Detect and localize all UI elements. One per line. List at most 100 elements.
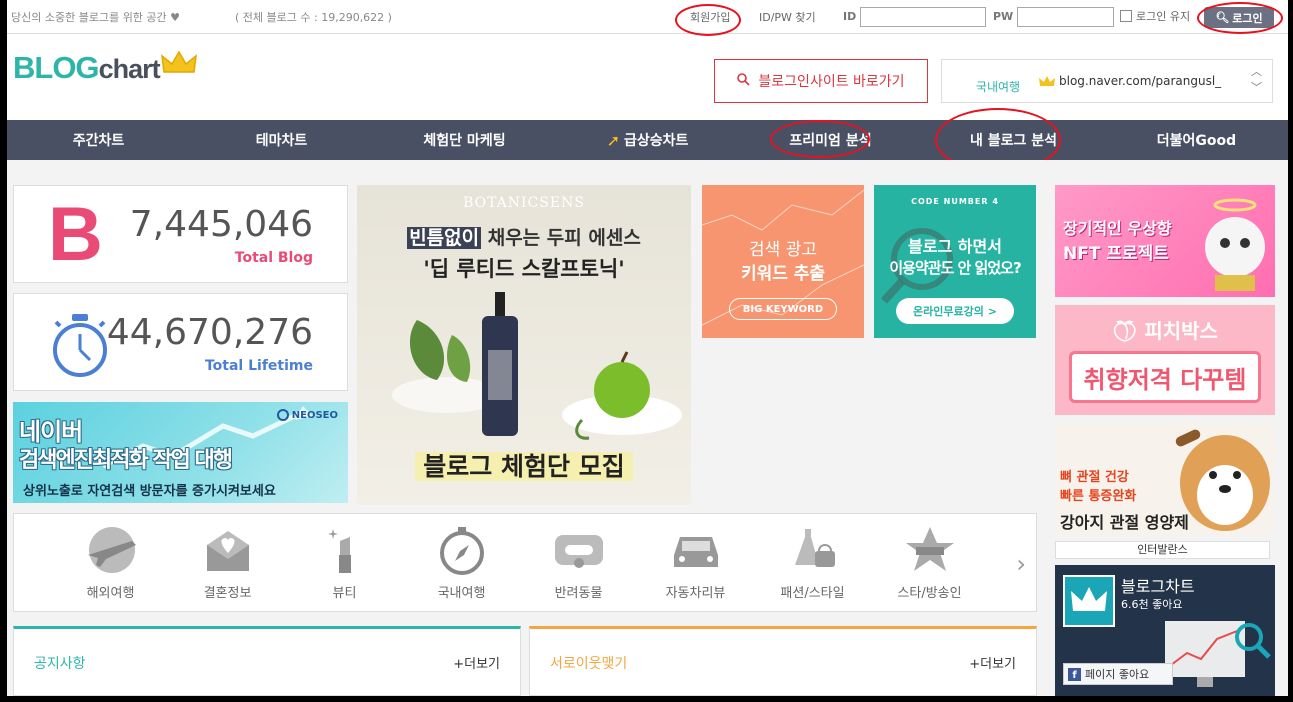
crown-icon (161, 50, 197, 73)
lipstick-icon (315, 524, 375, 576)
notice-title[interactable]: 공지사항 (34, 653, 86, 673)
category-label: 국내여행 (437, 586, 486, 601)
id-input[interactable] (860, 7, 986, 27)
keep-login-toggle[interactable]: 로그인 유지 (1120, 8, 1190, 24)
nft-banner[interactable]: 장기적인 우상향 NFT 프로젝트 (1055, 185, 1275, 297)
ticker-url: blog.naver.com/parangusl_ (1059, 74, 1222, 88)
total-blog-card: B 7,445,046 Total Blog (13, 185, 348, 283)
nav-theme-chart[interactable]: 테마차트 (190, 120, 373, 160)
category-fashion[interactable]: 패션/스타일 (754, 514, 871, 611)
neighbor-more-link[interactable]: +더보기 (969, 653, 1016, 672)
category-domestic-travel[interactable]: 국내여행 (403, 514, 520, 611)
ticker-arrows[interactable]: ︿ ﹀ (1251, 64, 1262, 96)
neoseo-brand: NEOSEO (276, 409, 338, 421)
free-lecture-button[interactable]: 온라인무료강의 > (896, 298, 1014, 324)
envelope-heart-icon (198, 524, 258, 576)
botan-cta: 블로그 체험단 모집 (357, 447, 691, 483)
slogan-text: 당신의 소중한 블로그를 위한 공간 ♥ (11, 11, 181, 24)
fb-likes-count: 6.6천 좋아요 (1121, 598, 1183, 611)
neighbor-title[interactable]: 서로이웃맺기 (550, 653, 627, 673)
pw-input[interactable] (1017, 7, 1114, 27)
category-pets[interactable]: 반려동물 (520, 514, 637, 611)
page: 당신의 소중한 블로그를 위한 공간 ♥ ( 전체 블로그 수 : 19,290… (7, 0, 1288, 696)
keep-login-checkbox[interactable] (1120, 10, 1132, 22)
botan-cta-text: 블로그 체험단 모집 (415, 452, 633, 481)
nav-label: 내 블로그 분석 (969, 133, 1058, 149)
category-car-review[interactable]: 자동차리뷰 (637, 514, 754, 611)
notice-board: 공지사항 +더보기 (13, 626, 521, 696)
botan-headline-rest: 채우는 두피 에센스 (481, 227, 641, 249)
blogchart-page-avatar[interactable] (1063, 575, 1115, 627)
nav-rising-chart[interactable]: ➚ 급상승차트 (556, 120, 739, 160)
logo-blog-text: BLOG (13, 50, 100, 85)
rank-ticker[interactable]: 국내여행 blog.naver.com/parangusl_ ︿ ﹀ (941, 59, 1273, 103)
nav-label: 더불어Good (1156, 133, 1237, 149)
logo-chart-text: chart (98, 54, 161, 84)
cn4-line1: 블로그 하면서 (908, 237, 1002, 256)
blog-b-icon: B (48, 192, 103, 277)
notice-more-link[interactable]: +더보기 (453, 653, 500, 672)
nav-label: 체험단 마케팅 (423, 133, 506, 149)
botan-brand: BOTANICSENS (463, 195, 585, 211)
neoseo-line2: 검색엔진최적화 작업 대행 (19, 448, 233, 473)
blog-insight-button[interactable]: 블로그인사이트 바로가기 (714, 59, 928, 103)
ticker-entry[interactable]: blog.naver.com/parangusl_ (1039, 74, 1221, 88)
botanicsens-banner[interactable]: BOTANICSENS 빈틈없이 채우는 두피 에센스 '딥 루티드 스칼프토닉… (357, 185, 691, 505)
chevron-right-icon[interactable]: › (1016, 550, 1026, 578)
product-photo (392, 292, 682, 440)
rising-arrow-icon: ➚ (606, 130, 620, 150)
join-link[interactable]: 회원가입 (690, 9, 730, 25)
facebook-widget[interactable]: 블로그차트 6.6천 좋아요 f 페이지 좋아요 (1055, 565, 1275, 696)
category-star[interactable]: 스타/방송인 (871, 514, 988, 611)
nav-together-good[interactable]: 더불어Good (1105, 120, 1288, 160)
neoseo-line3: 상위노출로 자연검색 방문자를 증가시켜보세요 (23, 484, 276, 499)
compass-icon (432, 524, 492, 576)
total-lifetime-card: 44,670,276 Total Lifetime (13, 293, 348, 391)
dog-line1: 뼈 관절 건강 (1060, 470, 1129, 485)
category-label: 스타/방송인 (897, 586, 962, 601)
neoseo-banner[interactable]: NEOSEO 네이버 검색엔진최적화 작업 대행 상위노출로 자연검색 방문자를… (13, 402, 348, 503)
category-label: 해외여행 (86, 586, 135, 601)
key-icon: 🔍︎ (1215, 11, 1230, 24)
fb-like-label: 페이지 좋아요 (1085, 668, 1150, 681)
total-lifetime-label: Total Lifetime (204, 358, 313, 374)
airplane-icon (81, 524, 141, 576)
blogchart-logo[interactable]: BLOGchart (13, 50, 197, 86)
peach-line1: 🍑︎ 피치박스 (1112, 319, 1218, 343)
category-label: 패션/스타일 (780, 586, 845, 601)
neoseo-brand-text: NEOSEO (291, 409, 338, 421)
category-label: 반려동물 (554, 586, 603, 601)
fb-page-name[interactable]: 블로그차트 (1121, 573, 1195, 597)
chevron-up-icon[interactable]: ︿ (1251, 64, 1262, 80)
fb-like-page-button[interactable]: f 페이지 좋아요 (1063, 663, 1173, 685)
big-keyword-button[interactable]: BIG KEYWORD (729, 298, 837, 320)
nav-my-blog-analysis[interactable]: 내 블로그 분석 (922, 120, 1105, 160)
dog-supplement-banner[interactable]: 뼈 관절 건강 빠른 통증완화 강아지 관절 영양제 (1055, 423, 1275, 535)
keep-login-label: 로그인 유지 (1136, 10, 1191, 23)
nav-premium-analysis[interactable]: 프리미엄 분석 (739, 120, 922, 160)
peachbox-banner[interactable]: 🍑︎ 피치박스 취향저격 다꾸템 (1055, 305, 1275, 415)
botan-headline-highlight: 빈틈없이 (407, 227, 482, 249)
star-badge-icon (900, 524, 960, 576)
kw-line1: 검색 광고 (749, 240, 817, 260)
botan-headline: 빈틈없이 채우는 두피 에센스 (357, 223, 691, 250)
keyword-ad-banner[interactable]: 검색 광고 키워드 추출 BIG KEYWORD (702, 185, 864, 338)
cn4-line2: 이용약관도 안 읽었오? (889, 259, 1021, 277)
id-label: ID (843, 10, 857, 23)
category-beauty[interactable]: 뷰티 (286, 514, 403, 611)
nft-line1: 장기적인 우상향 (1063, 219, 1172, 238)
category-label: 뷰티 (332, 586, 357, 601)
find-id-pw-link[interactable]: ID/PW 찾기 (759, 9, 816, 25)
neighbor-board: 서로이웃맺기 +더보기 (529, 626, 1037, 696)
nav-experience-marketing[interactable]: 체험단 마케팅 (373, 120, 556, 160)
nav-weekly-chart[interactable]: 주간차트 (7, 120, 190, 160)
code-number-4-banner[interactable]: CODE NUMBER 4 블로그 하면서 이용약관도 안 읽었오? 온라인무료… (874, 185, 1036, 338)
login-button[interactable]: 🔍︎ 로그인 (1204, 7, 1274, 28)
chevron-down-icon[interactable]: ﹀ (1251, 80, 1262, 96)
category-wedding[interactable]: 결혼정보 (169, 514, 286, 611)
interbalance-caption[interactable]: 인터발란스 (1055, 541, 1270, 559)
category-bar: 해외여행 결혼정보 뷰티 국내여행 반려동물 자동차리뷰 패션/스타일 스타/방… (13, 513, 1037, 612)
nav-label: 주간차트 (72, 133, 125, 149)
cn4-brand: CODE NUMBER 4 (911, 197, 999, 206)
category-overseas-travel[interactable]: 해외여행 (52, 514, 169, 611)
